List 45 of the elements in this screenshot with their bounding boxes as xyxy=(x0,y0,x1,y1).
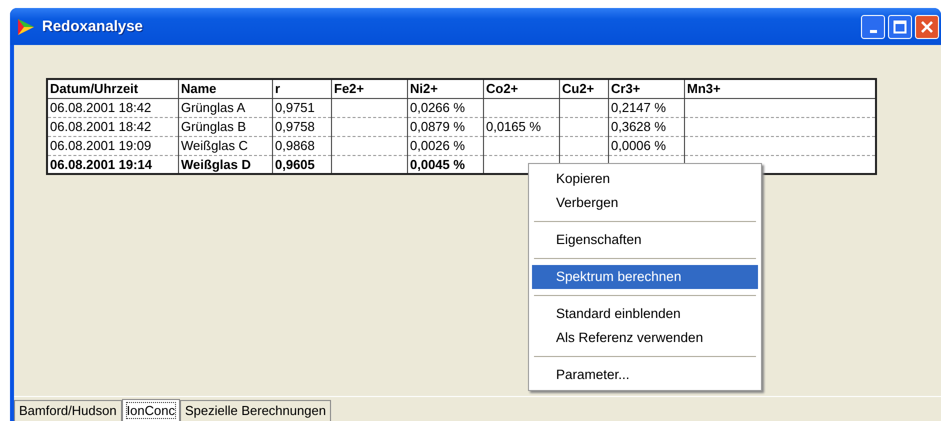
table-cell: 06.08.2001 18:42 xyxy=(47,117,178,136)
table-cell: Weißglas C xyxy=(178,136,272,155)
table-cell: 0,0026 % xyxy=(408,136,484,155)
tab[interactable]: Spezielle Berechnungen xyxy=(180,400,331,421)
maximize-button[interactable] xyxy=(888,14,912,38)
column-header[interactable]: Cu2+ xyxy=(560,79,608,98)
column-header[interactable]: Cr3+ xyxy=(608,79,684,98)
column-header[interactable]: Co2+ xyxy=(484,79,560,98)
table-cell: 0,9751 xyxy=(272,98,332,117)
table-cell: Grünglas B xyxy=(178,117,272,136)
column-header[interactable]: Name xyxy=(178,79,272,98)
close-button[interactable] xyxy=(915,14,939,38)
menu-item[interactable]: Eigenschaften xyxy=(532,228,758,252)
column-header[interactable]: Ni2+ xyxy=(408,79,484,98)
close-icon xyxy=(920,20,934,34)
maximize-icon xyxy=(893,20,907,34)
table-cell: 0,0879 % xyxy=(408,117,484,136)
column-header[interactable]: Datum/Uhrzeit xyxy=(47,79,178,98)
menu-item[interactable]: Spektrum berechnen xyxy=(532,265,758,289)
table-cell: 0,0165 % xyxy=(484,117,560,136)
tab[interactable]: IonConc xyxy=(122,399,180,421)
minimize-icon xyxy=(870,30,876,33)
menu-item[interactable]: Standard einblenden xyxy=(532,302,758,326)
table-cell: 06.08.2001 19:14 xyxy=(47,155,178,174)
menu-item[interactable]: Parameter... xyxy=(532,363,758,387)
tab[interactable]: Bamford/Hudson xyxy=(14,400,122,421)
column-header[interactable]: r xyxy=(272,79,332,98)
menu-item[interactable]: Verbergen xyxy=(532,191,758,215)
minimize-button[interactable] xyxy=(861,14,885,38)
table-cell: 0,0045 % xyxy=(408,155,484,174)
table-cell: 0,0266 % xyxy=(408,98,484,117)
app-icon xyxy=(16,18,36,36)
table-cell: Grünglas A xyxy=(178,98,272,117)
menu-item[interactable]: Als Referenz verwenden xyxy=(532,326,758,350)
table-cell: 06.08.2001 19:09 xyxy=(47,136,178,155)
table-cell: 0,9758 xyxy=(272,117,332,136)
table-cell: 0,0006 % xyxy=(608,136,684,155)
column-header[interactable]: Fe2+ xyxy=(332,79,408,98)
table-cell: 0,9868 xyxy=(272,136,332,155)
table-cell: Weißglas D xyxy=(178,155,272,174)
window-title: Redoxanalyse xyxy=(42,18,144,35)
table-cell: 0,9605 xyxy=(272,155,332,174)
table-cell: 0,3628 % xyxy=(608,117,684,136)
menu-item[interactable]: Kopieren xyxy=(532,167,758,191)
table-cell: 0,2147 % xyxy=(608,98,684,117)
